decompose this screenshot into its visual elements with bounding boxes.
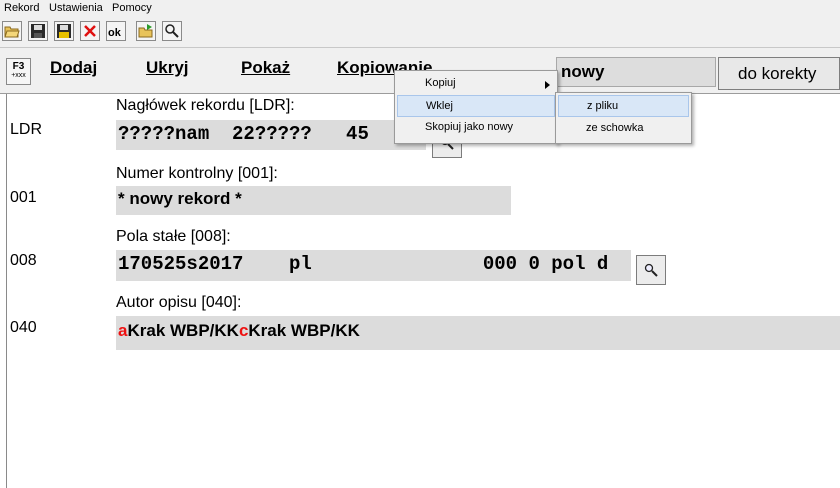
menu-item-skopiuj-jako-nowy[interactable]: Skopiuj jako nowy (395, 117, 557, 139)
submenu-arrow-icon (545, 81, 550, 89)
field-value-001[interactable]: * nowy rekord * (116, 186, 511, 215)
subfield-text-c: Krak WBP/KK (248, 321, 360, 340)
save-as-button[interactable] (54, 21, 74, 41)
field-label-008: Pola stałe [008]: (116, 228, 231, 245)
field-label-ldr: Nagłówek rekordu [LDR]: (116, 97, 295, 114)
open-icon (4, 26, 20, 38)
submenu-item-ze-schowka-label: ze schowka (586, 122, 644, 134)
menu-item-wklej[interactable]: Wklej (397, 95, 555, 117)
paste-submenu: z pliku ze schowka (555, 92, 692, 144)
field-value-040[interactable]: aKrak WBP/KKcKrak WBP/KK (116, 316, 840, 350)
f3-label: F3 (12, 61, 25, 72)
field-tag-008: 008 (10, 252, 37, 269)
import-button[interactable] (136, 21, 156, 41)
delete-icon (84, 25, 96, 37)
ok-button[interactable]: ok (106, 21, 126, 41)
search-icon (165, 24, 179, 38)
menu-ustawienia[interactable]: Ustawienia (49, 2, 103, 14)
field-tag-ldr: LDR (10, 121, 43, 138)
f3-add-field-button[interactable]: F3 +xxx (6, 58, 31, 85)
correction-button[interactable]: do korekty (718, 57, 840, 90)
import-icon (138, 24, 153, 38)
record-status-box: nowy (556, 57, 716, 87)
icon-toolbar: ok (0, 17, 840, 48)
submenu-item-ze-schowka[interactable]: ze schowka (556, 118, 691, 140)
record-panel-border (6, 94, 7, 488)
field-label-001: Numer kontrolny [001]: (116, 165, 278, 182)
menu-pomocy[interactable]: Pomocy (112, 2, 152, 14)
field-tag-040: 040 (10, 319, 37, 336)
menu-item-kopiuj[interactable]: Kopiuj (395, 73, 557, 95)
action-ukryj[interactable]: Ukryj (146, 58, 189, 78)
menu-item-skopiuj-jako-nowy-label: Skopiuj jako nowy (425, 121, 514, 133)
field-value-008[interactable]: 170525s2017 pl 000 0 pol d (116, 250, 631, 281)
field-label-040: Autor opisu [040]: (116, 294, 242, 311)
field-value-ldr[interactable]: ?????nam 22????? 45 (116, 120, 426, 150)
menu-item-kopiuj-label: Kopiuj (425, 77, 456, 89)
svg-text:ok: ok (108, 27, 122, 39)
action-dodaj[interactable]: Dodaj (50, 58, 97, 78)
magnifier-icon (644, 263, 658, 277)
open-button[interactable] (2, 21, 22, 41)
008-lookup-button[interactable] (636, 255, 666, 285)
submenu-item-z-pliku-label: z pliku (587, 100, 619, 112)
search-button[interactable] (162, 21, 182, 41)
delete-button[interactable] (80, 21, 100, 41)
menu-bar: Rekord Ustawienia Pomocy (0, 0, 840, 17)
submenu-item-z-pliku[interactable]: z pliku (558, 95, 689, 117)
action-pokaz[interactable]: Pokaż (241, 58, 290, 78)
ok-icon: ok (108, 27, 122, 39)
menu-rekord[interactable]: Rekord (4, 2, 39, 14)
menu-item-wklej-label: Wklej (426, 100, 453, 112)
field-tag-001: 001 (10, 189, 37, 206)
subfield-code-c: c (238, 321, 249, 340)
save-icon (31, 24, 45, 38)
f3-sublabel: +xxx (11, 72, 26, 79)
save-as-icon (57, 24, 71, 38)
copy-context-menu: Kopiuj Wklej Skopiuj jako nowy (394, 70, 558, 144)
subfield-text-a: Krak WBP/KK (127, 321, 239, 340)
save-button[interactable] (28, 21, 48, 41)
